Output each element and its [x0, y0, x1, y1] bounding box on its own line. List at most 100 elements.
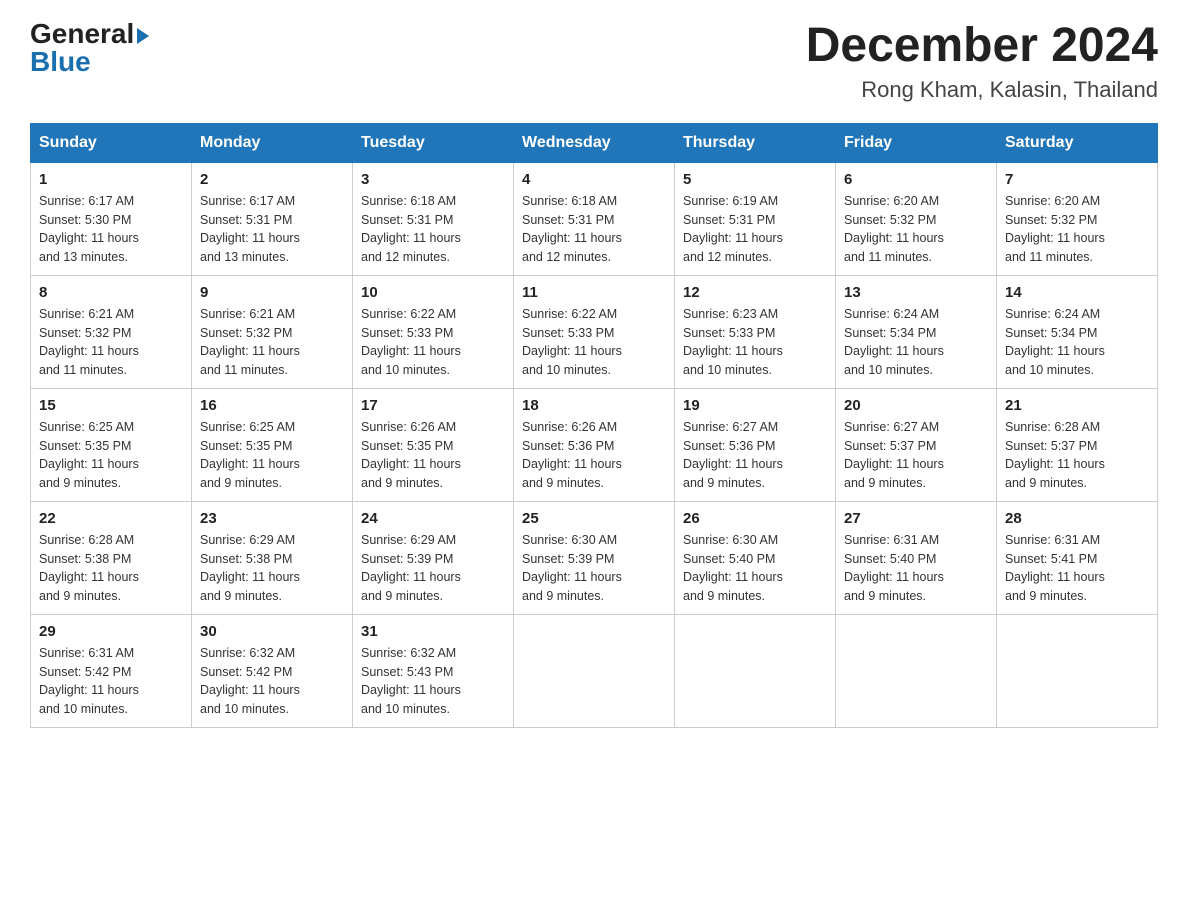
calendar-cell: 9 Sunrise: 6:21 AMSunset: 5:32 PMDaylight…: [192, 275, 353, 388]
day-number: 21: [1005, 397, 1149, 414]
day-number: 28: [1005, 510, 1149, 527]
calendar-cell: 24 Sunrise: 6:29 AMSunset: 5:39 PMDayligh…: [353, 501, 514, 614]
day-number: 25: [522, 510, 666, 527]
day-info: Sunrise: 6:27 AMSunset: 5:37 PMDaylight:…: [844, 418, 988, 493]
day-number: 9: [200, 284, 344, 301]
day-info: Sunrise: 6:24 AMSunset: 5:34 PMDaylight:…: [1005, 305, 1149, 380]
day-info: Sunrise: 6:18 AMSunset: 5:31 PMDaylight:…: [361, 192, 505, 267]
day-info: Sunrise: 6:24 AMSunset: 5:34 PMDaylight:…: [844, 305, 988, 380]
day-info: Sunrise: 6:31 AMSunset: 5:41 PMDaylight:…: [1005, 531, 1149, 606]
calendar-cell: 26 Sunrise: 6:30 AMSunset: 5:40 PMDayligh…: [675, 501, 836, 614]
day-info: Sunrise: 6:31 AMSunset: 5:40 PMDaylight:…: [844, 531, 988, 606]
calendar-cell: 14 Sunrise: 6:24 AMSunset: 5:34 PMDayligh…: [997, 275, 1158, 388]
calendar-cell: 22Sunrise: 6:28 AMSunset: 5:38 PMDayligh…: [31, 501, 192, 614]
day-info: Sunrise: 6:25 AMSunset: 5:35 PMDaylight:…: [39, 418, 183, 493]
day-number: 23: [200, 510, 344, 527]
day-info: Sunrise: 6:22 AMSunset: 5:33 PMDaylight:…: [522, 305, 666, 380]
logo-area: General Blue: [30, 20, 149, 76]
calendar-header: SundayMondayTuesdayWednesdayThursdayFrid…: [31, 123, 1158, 162]
day-number: 6: [844, 171, 988, 188]
logo: General: [30, 20, 149, 48]
calendar-cell: 29 Sunrise: 6:31 AMSunset: 5:42 PMDayligh…: [31, 614, 192, 727]
calendar-cell: 6 Sunrise: 6:20 AMSunset: 5:32 PMDaylight…: [836, 162, 997, 275]
logo-blue: Blue: [30, 48, 91, 76]
header-tuesday: Tuesday: [353, 123, 514, 162]
page-header: General Blue December 2024 Rong Kham, Ka…: [30, 20, 1158, 103]
calendar-cell: 7Sunrise: 6:20 AMSunset: 5:32 PMDaylight…: [997, 162, 1158, 275]
calendar-cell: 27 Sunrise: 6:31 AMSunset: 5:40 PMDayligh…: [836, 501, 997, 614]
day-info: Sunrise: 6:29 AMSunset: 5:38 PMDaylight:…: [200, 531, 344, 606]
day-info: Sunrise: 6:23 AMSunset: 5:33 PMDaylight:…: [683, 305, 827, 380]
day-info: Sunrise: 6:21 AMSunset: 5:32 PMDaylight:…: [200, 305, 344, 380]
week-row-2: 8Sunrise: 6:21 AMSunset: 5:32 PMDaylight…: [31, 275, 1158, 388]
day-info: Sunrise: 6:26 AMSunset: 5:36 PMDaylight:…: [522, 418, 666, 493]
day-number: 19: [683, 397, 827, 414]
calendar-body: 1 Sunrise: 6:17 AMSunset: 5:30 PMDaylight…: [31, 162, 1158, 727]
day-number: 15: [39, 397, 183, 414]
calendar-cell: 21 Sunrise: 6:28 AMSunset: 5:37 PMDayligh…: [997, 388, 1158, 501]
calendar-cell: 1 Sunrise: 6:17 AMSunset: 5:30 PMDaylight…: [31, 162, 192, 275]
day-number: 16: [200, 397, 344, 414]
day-number: 27: [844, 510, 988, 527]
header-sunday: Sunday: [31, 123, 192, 162]
month-year-title: December 2024: [806, 20, 1158, 73]
day-info: Sunrise: 6:20 AMSunset: 5:32 PMDaylight:…: [844, 192, 988, 267]
day-info: Sunrise: 6:21 AMSunset: 5:32 PMDaylight:…: [39, 305, 183, 380]
calendar-cell: 20 Sunrise: 6:27 AMSunset: 5:37 PMDayligh…: [836, 388, 997, 501]
day-number: 2: [200, 171, 344, 188]
header-friday: Friday: [836, 123, 997, 162]
calendar-cell: 5 Sunrise: 6:19 AMSunset: 5:31 PMDaylight…: [675, 162, 836, 275]
day-number: 10: [361, 284, 505, 301]
day-info: Sunrise: 6:30 AMSunset: 5:40 PMDaylight:…: [683, 531, 827, 606]
header-row: SundayMondayTuesdayWednesdayThursdayFrid…: [31, 123, 1158, 162]
day-info: Sunrise: 6:26 AMSunset: 5:35 PMDaylight:…: [361, 418, 505, 493]
week-row-3: 15 Sunrise: 6:25 AMSunset: 5:35 PMDayligh…: [31, 388, 1158, 501]
day-info: Sunrise: 6:31 AMSunset: 5:42 PMDaylight:…: [39, 644, 183, 719]
calendar-cell: 12Sunrise: 6:23 AMSunset: 5:33 PMDayligh…: [675, 275, 836, 388]
calendar-cell: 19Sunrise: 6:27 AMSunset: 5:36 PMDayligh…: [675, 388, 836, 501]
calendar-cell: 3 Sunrise: 6:18 AMSunset: 5:31 PMDaylight…: [353, 162, 514, 275]
day-number: 1: [39, 171, 183, 188]
day-number: 3: [361, 171, 505, 188]
logo-arrow-icon: [137, 28, 149, 44]
calendar-cell: [514, 614, 675, 727]
calendar-cell: [997, 614, 1158, 727]
day-info: Sunrise: 6:29 AMSunset: 5:39 PMDaylight:…: [361, 531, 505, 606]
calendar-cell: 4Sunrise: 6:18 AMSunset: 5:31 PMDaylight…: [514, 162, 675, 275]
calendar-cell: 11 Sunrise: 6:22 AMSunset: 5:33 PMDayligh…: [514, 275, 675, 388]
day-info: Sunrise: 6:17 AMSunset: 5:30 PMDaylight:…: [39, 192, 183, 267]
calendar-cell: 2 Sunrise: 6:17 AMSunset: 5:31 PMDaylight…: [192, 162, 353, 275]
title-area: December 2024 Rong Kham, Kalasin, Thaila…: [806, 20, 1158, 103]
day-number: 31: [361, 623, 505, 640]
day-number: 11: [522, 284, 666, 301]
calendar-cell: 15 Sunrise: 6:25 AMSunset: 5:35 PMDayligh…: [31, 388, 192, 501]
day-info: Sunrise: 6:17 AMSunset: 5:31 PMDaylight:…: [200, 192, 344, 267]
day-info: Sunrise: 6:28 AMSunset: 5:37 PMDaylight:…: [1005, 418, 1149, 493]
calendar-cell: 13Sunrise: 6:24 AMSunset: 5:34 PMDayligh…: [836, 275, 997, 388]
calendar-cell: [836, 614, 997, 727]
day-number: 26: [683, 510, 827, 527]
calendar-cell: 10 Sunrise: 6:22 AMSunset: 5:33 PMDayligh…: [353, 275, 514, 388]
calendar-cell: 18Sunrise: 6:26 AMSunset: 5:36 PMDayligh…: [514, 388, 675, 501]
calendar-table: SundayMondayTuesdayWednesdayThursdayFrid…: [30, 123, 1158, 728]
calendar-cell: [675, 614, 836, 727]
day-number: 20: [844, 397, 988, 414]
day-number: 29: [39, 623, 183, 640]
header-saturday: Saturday: [997, 123, 1158, 162]
calendar-cell: 8Sunrise: 6:21 AMSunset: 5:32 PMDaylight…: [31, 275, 192, 388]
week-row-1: 1 Sunrise: 6:17 AMSunset: 5:30 PMDaylight…: [31, 162, 1158, 275]
day-number: 24: [361, 510, 505, 527]
week-row-5: 29 Sunrise: 6:31 AMSunset: 5:42 PMDayligh…: [31, 614, 1158, 727]
header-thursday: Thursday: [675, 123, 836, 162]
calendar-cell: 17Sunrise: 6:26 AMSunset: 5:35 PMDayligh…: [353, 388, 514, 501]
day-number: 5: [683, 171, 827, 188]
day-info: Sunrise: 6:18 AMSunset: 5:31 PMDaylight:…: [522, 192, 666, 267]
day-info: Sunrise: 6:19 AMSunset: 5:31 PMDaylight:…: [683, 192, 827, 267]
calendar-cell: 25Sunrise: 6:30 AMSunset: 5:39 PMDayligh…: [514, 501, 675, 614]
day-number: 22: [39, 510, 183, 527]
day-info: Sunrise: 6:22 AMSunset: 5:33 PMDaylight:…: [361, 305, 505, 380]
location-subtitle: Rong Kham, Kalasin, Thailand: [806, 77, 1158, 103]
calendar-cell: 31Sunrise: 6:32 AMSunset: 5:43 PMDayligh…: [353, 614, 514, 727]
calendar-cell: 30Sunrise: 6:32 AMSunset: 5:42 PMDayligh…: [192, 614, 353, 727]
day-number: 14: [1005, 284, 1149, 301]
